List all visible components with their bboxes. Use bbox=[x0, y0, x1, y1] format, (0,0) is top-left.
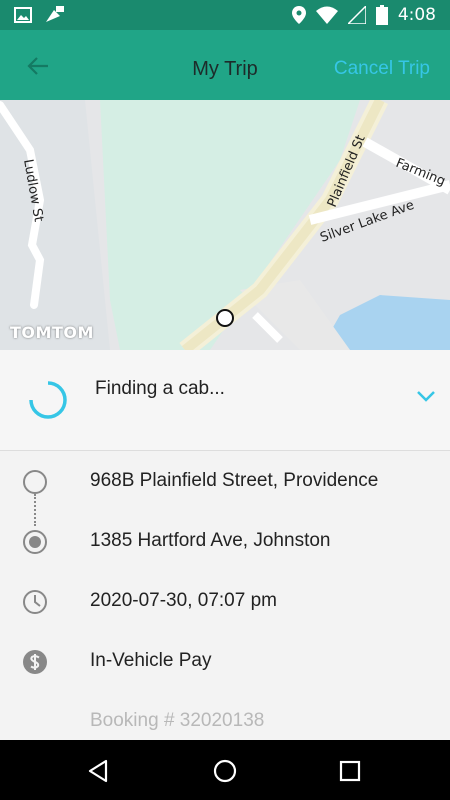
road-label-farming: Farming bbox=[394, 156, 448, 189]
clock: 4:08 bbox=[397, 5, 436, 25]
home-circle-icon[interactable] bbox=[212, 758, 238, 784]
chevron-down-icon[interactable] bbox=[414, 388, 438, 404]
signal-icon bbox=[347, 6, 366, 24]
wifi-icon bbox=[315, 6, 338, 24]
pickup-marker bbox=[216, 309, 234, 327]
booking-number: Booking # 32020138 bbox=[90, 710, 265, 731]
cancel-trip-button[interactable]: Cancel Trip bbox=[334, 58, 430, 80]
map-view[interactable]: Ludlow St Plainfield St Silver Lake Ave … bbox=[0, 100, 450, 350]
battery-icon bbox=[375, 5, 388, 25]
app-bar: My Trip Cancel Trip bbox=[0, 30, 450, 100]
fake-gps-icon bbox=[46, 6, 64, 22]
payment-row: In-Vehicle Pay bbox=[0, 641, 450, 681]
recents-square-icon[interactable] bbox=[337, 758, 363, 784]
trip-details: 968B Plainfield Street, Providence 1385 … bbox=[0, 451, 450, 740]
trip-status-text: Finding a cab... bbox=[95, 378, 225, 399]
dropoff-address: 1385 Hartford Ave, Johnston bbox=[90, 530, 331, 551]
trip-status-panel[interactable]: Finding a cab... bbox=[0, 350, 450, 451]
image-icon bbox=[14, 7, 32, 23]
clock-icon bbox=[23, 590, 47, 614]
status-bar: 4:08 bbox=[0, 0, 450, 30]
map-canvas: Ludlow St Plainfield St Silver Lake Ave … bbox=[0, 100, 450, 350]
pickup-point-icon bbox=[23, 470, 47, 494]
location-icon bbox=[291, 6, 306, 24]
tomtom-logo: TOMTOM bbox=[10, 323, 94, 342]
pickup-row: 968B Plainfield Street, Providence bbox=[0, 461, 450, 501]
payment-method: In-Vehicle Pay bbox=[90, 650, 212, 671]
dropoff-row: 1385 Hartford Ave, Johnston bbox=[0, 521, 450, 561]
datetime-row: 2020-07-30, 07:07 pm bbox=[0, 581, 450, 621]
system-nav-bar bbox=[0, 740, 450, 800]
dollar-icon bbox=[23, 650, 47, 674]
trip-datetime: 2020-07-30, 07:07 pm bbox=[90, 590, 277, 611]
pickup-address: 968B Plainfield Street, Providence bbox=[90, 470, 379, 491]
dropoff-point-icon bbox=[23, 530, 47, 554]
back-triangle-icon[interactable] bbox=[86, 758, 112, 784]
loading-spinner-icon bbox=[29, 381, 67, 419]
